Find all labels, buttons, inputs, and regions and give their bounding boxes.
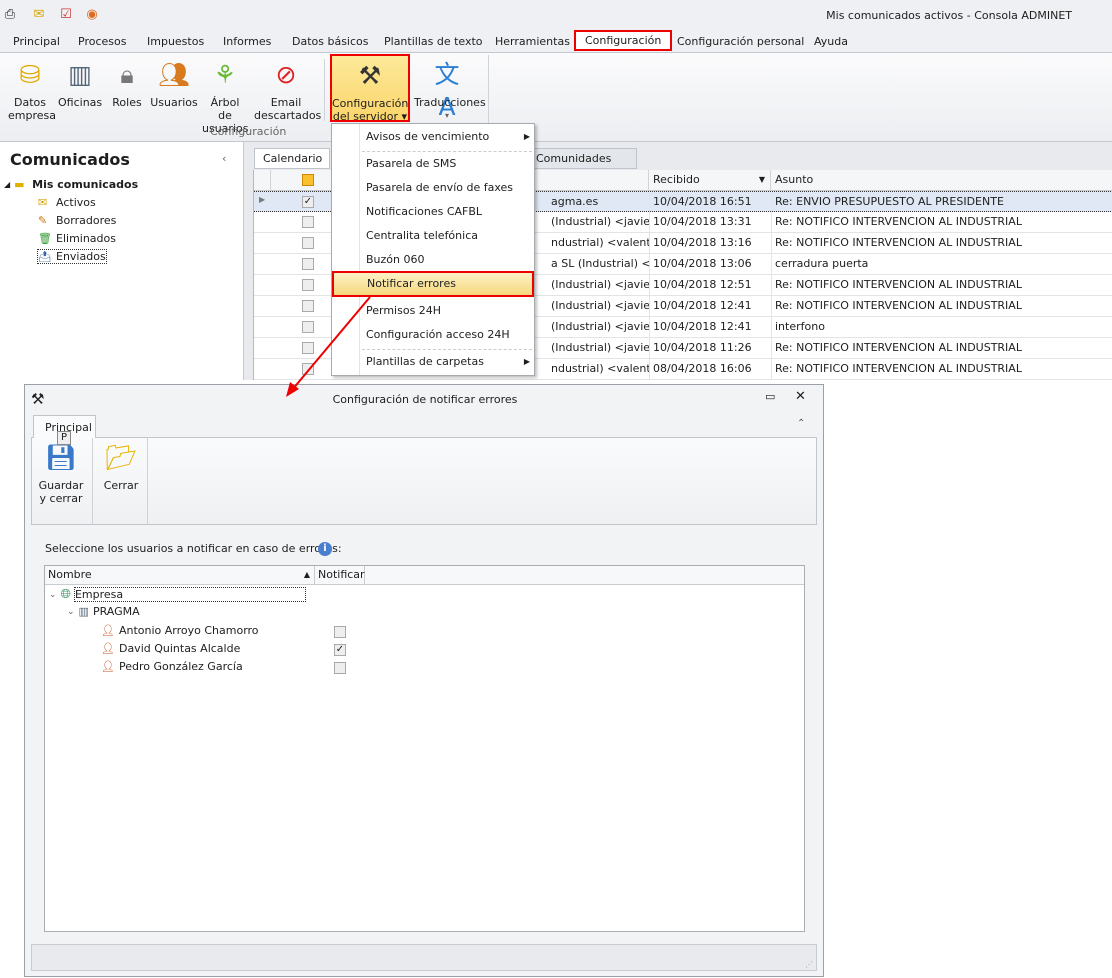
cerrar-button[interactable]: 📂︎ Cerrar xyxy=(96,442,146,492)
instruction-label: Seleccione los usuarios a notificar en c… xyxy=(45,542,342,555)
user-icon: 👤︎ xyxy=(101,660,115,673)
divider xyxy=(147,438,148,524)
expand-icon[interactable]: ⌄ xyxy=(67,607,75,617)
label: y cerrar xyxy=(39,492,83,505)
dialog-ribbon: 💾︎ Guardar y cerrar 📂︎ Cerrar xyxy=(31,437,817,525)
header-notificar[interactable]: Notificar xyxy=(315,566,365,585)
tree-node-pragma[interactable]: ⌄ ▥ PRAGMA xyxy=(67,605,140,618)
key-tip: P xyxy=(57,431,71,445)
notify-checkbox[interactable]: ✓ xyxy=(334,644,346,656)
label: Guardar xyxy=(38,479,84,492)
status-bar: ⋰ xyxy=(31,944,817,971)
sort-asc-icon: ▲ xyxy=(303,570,310,579)
info-icon[interactable]: i xyxy=(318,542,332,556)
label: Empresa xyxy=(73,587,306,602)
folder-exit-icon: 📂︎ xyxy=(105,443,137,472)
header-nombre[interactable]: Nombre ▲ xyxy=(45,566,315,585)
tree-node-empresa[interactable]: ⌄ 🌐︎ Empresa xyxy=(49,587,306,602)
expand-icon[interactable]: ⌄ xyxy=(49,590,57,600)
label: Nombre xyxy=(48,568,92,581)
users-tree: Nombre ▲ Notificar ⌄ 🌐︎ Empresa ⌄ ▥ PRAGMA 👤︎… xyxy=(44,565,805,932)
user-name: Pedro González García xyxy=(118,660,243,673)
divider xyxy=(92,438,93,524)
user-name: Antonio Arroyo Chamorro xyxy=(118,624,259,637)
notify-checkbox[interactable] xyxy=(334,662,346,674)
user-row[interactable]: 👤︎ David Quintas Alcalde xyxy=(101,642,240,655)
label: PRAGMA xyxy=(92,605,140,618)
user-row[interactable]: 👤︎ Pedro González García xyxy=(101,660,243,673)
label: Cerrar xyxy=(103,479,139,492)
save-icon: 💾︎ xyxy=(45,443,77,472)
user-icon: 👤︎ xyxy=(101,624,115,637)
notify-errors-dialog: ⚒ Configuración de notificar errores ▭ ✕… xyxy=(24,384,824,977)
guardar-cerrar-button[interactable]: 💾︎ Guardar y cerrar xyxy=(34,442,88,505)
resize-grip-icon[interactable]: ⋰ xyxy=(805,960,813,969)
building-icon: ▥ xyxy=(78,605,89,618)
globe-icon: 🌐︎ xyxy=(60,587,71,602)
user-name: David Quintas Alcalde xyxy=(118,642,241,655)
user-icon: 👤︎ xyxy=(101,642,115,655)
header-filler xyxy=(365,566,804,585)
user-row[interactable]: 👤︎ Antonio Arroyo Chamorro xyxy=(101,624,259,637)
notify-checkbox[interactable] xyxy=(334,626,346,638)
callout-arrow xyxy=(286,296,371,397)
